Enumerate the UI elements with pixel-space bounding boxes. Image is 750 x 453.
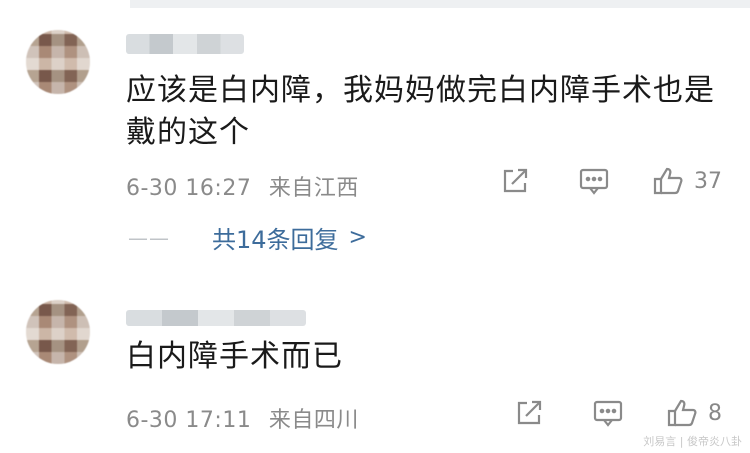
comment-icon [579, 168, 609, 195]
comment-item: 白内障手术而已 6-30 17:11 来自四川 8 [0, 280, 750, 453]
like-count: 37 [694, 168, 722, 194]
avatar[interactable] [26, 300, 90, 364]
comment-actions: 37 [0, 166, 750, 200]
username[interactable] [126, 310, 306, 326]
replies-link[interactable]: —— 共14条回复 > [128, 220, 367, 255]
like-icon [667, 399, 697, 427]
watermark: 刘易言 | 俊帝炎八卦 [643, 435, 742, 448]
share-icon [503, 168, 528, 193]
share-button[interactable] [500, 166, 530, 196]
chevron-right-icon: > [348, 225, 367, 250]
comment-button[interactable] [592, 398, 624, 428]
share-button[interactable] [514, 398, 544, 428]
comment-icon [593, 400, 623, 427]
like-count: 8 [708, 400, 722, 426]
like-icon [653, 167, 683, 195]
replies-dash: —— [128, 225, 170, 250]
like-button[interactable]: 8 [666, 398, 722, 428]
share-icon [517, 400, 542, 425]
comment-button[interactable] [578, 166, 610, 196]
comment-item: 应该是白内障，我妈妈做完白内障手术也是戴的这个 6-30 16:27 来自江西 … [0, 0, 750, 260]
like-button[interactable]: 37 [652, 166, 722, 196]
comment-actions: 8 [0, 398, 750, 432]
comment-text: 应该是白内障，我妈妈做完白内障手术也是戴的这个 [126, 73, 715, 150]
comment-text: 白内障手术而已 [126, 339, 343, 374]
replies-label: 共14条回复 [212, 226, 339, 254]
avatar[interactable] [26, 30, 90, 94]
username[interactable] [126, 34, 244, 54]
